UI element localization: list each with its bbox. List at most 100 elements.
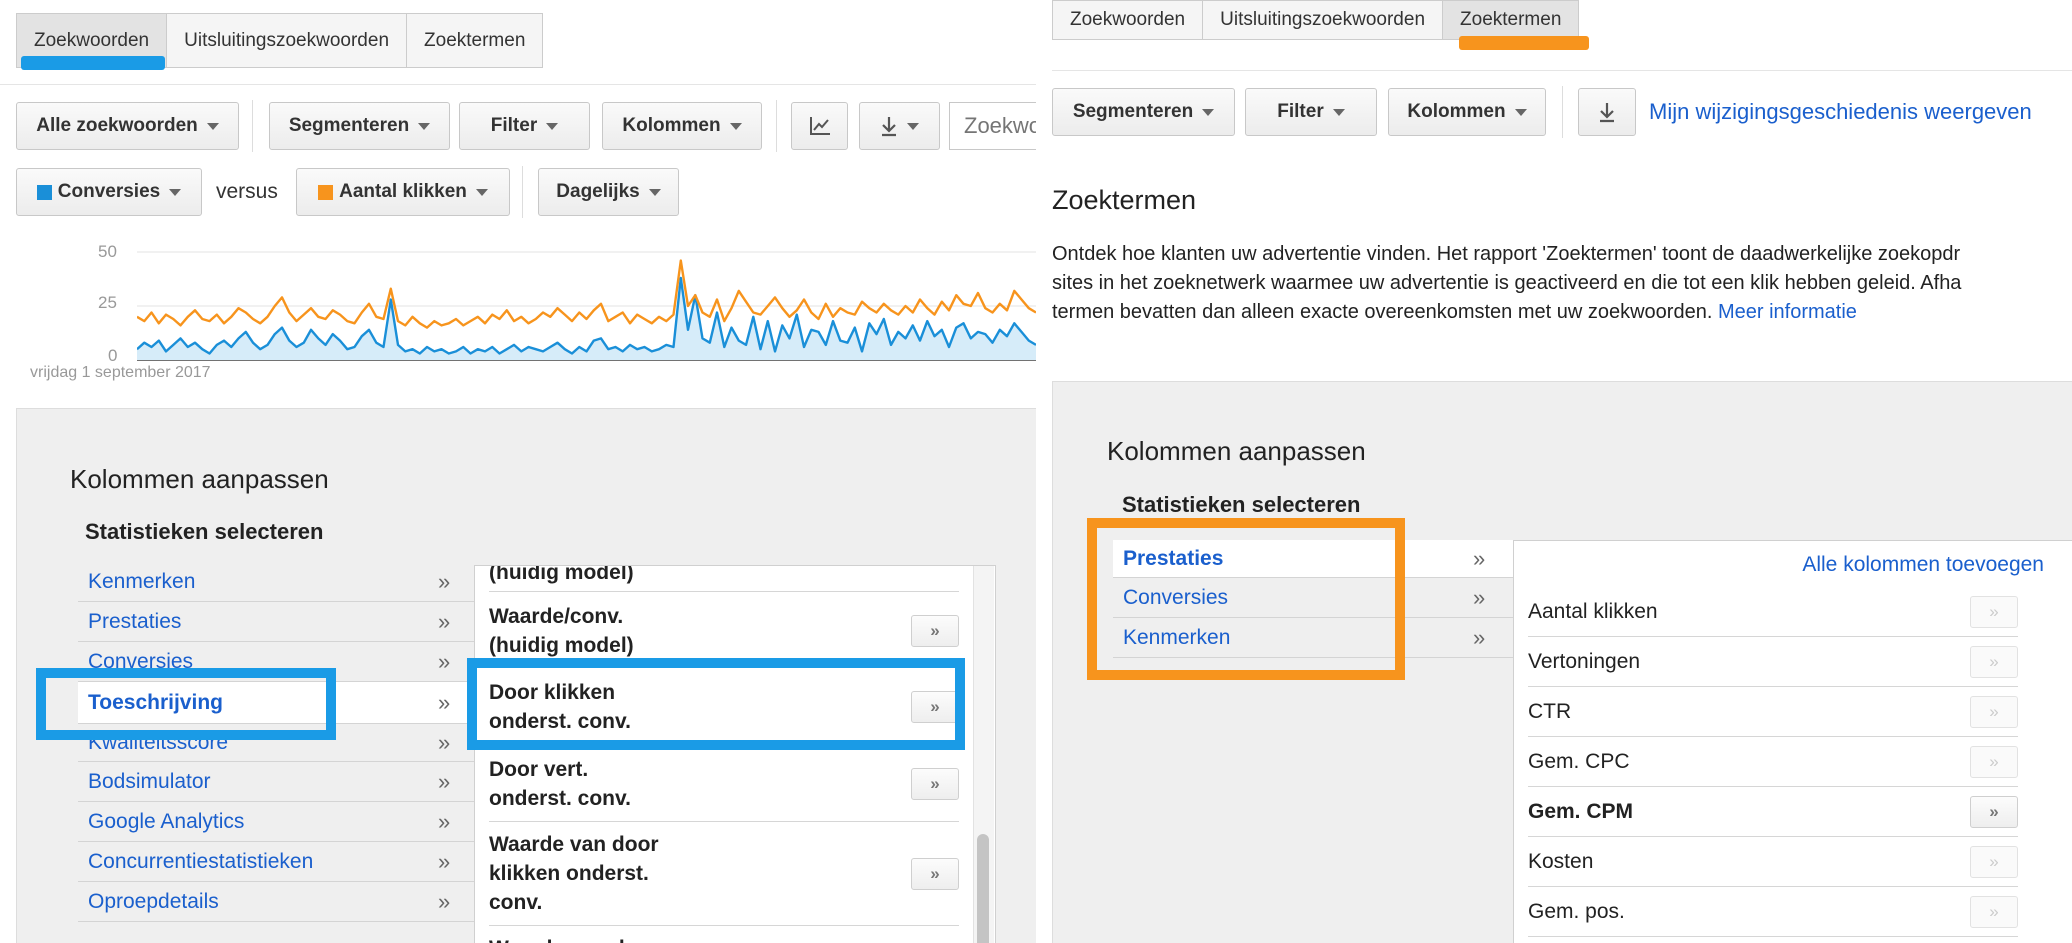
all-keywords-dropdown[interactable]: Alle zoekwoorden [16,102,239,150]
columns-button[interactable]: Kolommen [1388,88,1546,136]
description: Ontdek hoe klanten uw advertentie vinden… [1052,240,1961,327]
right-panel: Zoekwoorden Uitsluitingszoekwoorden Zoek… [1052,0,2072,943]
tab-label: Zoekwoorden [34,29,150,51]
button-label: Filter [490,115,538,136]
add-column-button[interactable]: » [911,614,959,647]
chevron-right-icon: » [438,888,451,914]
metric2-dropdown[interactable]: Aantal klikken [296,168,510,216]
dropdown-label: Conversies [57,181,161,202]
category-bodsimulator[interactable]: Bodsimulator » [78,762,478,802]
tab-uitsluitingszoekwoorden[interactable]: Uitsluitingszoekwoorden [166,13,408,68]
category-prestaties[interactable]: Prestaties » [78,602,478,642]
tab-uitsluitingszoekwoorden[interactable]: Uitsluitingszoekwoorden [1202,0,1444,40]
add-column-button[interactable]: » [911,767,959,800]
select-stats-heading: Statistieken selecteren [85,519,324,544]
download-button[interactable] [859,102,940,150]
add-column-button[interactable]: » [1970,645,2018,678]
search-input[interactable] [949,102,1036,150]
caret-down-icon [206,122,219,130]
more-info-link[interactable]: Meer informatie [1718,301,1857,323]
add-column-button[interactable]: » [911,857,959,890]
filter-button[interactable]: Filter [459,102,590,150]
chevron-right-icon: » [438,568,451,594]
description-line: termen bevatten dan alleen exacte overee… [1052,301,1713,323]
columns-button[interactable]: Kolommen [602,102,762,150]
add-column-button[interactable]: » [1970,695,2018,728]
caret-down-icon [1202,108,1215,116]
download-button[interactable] [1578,88,1636,136]
active-tab-highlight [1459,36,1589,50]
metric-label: Gem. CPC [1528,750,1630,773]
caret-down-icon [648,188,661,196]
category-google-analytics[interactable]: Google Analytics » [78,802,478,842]
metric-list: Alle kolommen toevoegen Aantal klikken» … [1513,540,2072,943]
add-column-button[interactable]: » [1970,745,2018,778]
metric1-dropdown[interactable]: Conversies [16,168,202,216]
add-column-button[interactable]: » [1970,895,2018,928]
button-label: Filter [1277,101,1324,122]
download-icon [1600,103,1614,123]
change-history-link[interactable]: Mijn wijzigingsgeschiedenis weergeven [1649,99,2032,125]
chevron-right-icon: » [438,608,451,634]
caret-down-icon [475,188,488,196]
left-panel: Zoekwoorden Uitsluitingszoekwoorden Zoek… [0,0,1036,943]
caret-down-icon [1514,108,1527,116]
metric-row: Waarde van door [489,928,959,943]
divider [1052,70,2072,71]
segment-button[interactable]: Segmenteren [269,102,450,150]
button-label: Segmenteren [288,115,410,136]
customize-title: Kolommen aanpassen [70,464,329,494]
tab-label: Zoektermen [424,29,526,51]
toolbar-separator [252,100,253,152]
line-chart-icon [809,117,830,135]
chevron-right-icon: » [1473,624,1486,650]
metric-row: Gem. CPM » [1528,787,2018,837]
versus-label: versus [216,180,278,203]
dropdown-label: Alle zoekwoorden [36,115,198,136]
metric-row: CTR » [1528,687,2018,737]
blue-swatch [36,184,52,200]
right-tabbar: Zoekwoorden Uitsluitingszoekwoorden Zoek… [1052,0,1580,40]
metric-row: Aantal klikken » [1528,587,2018,637]
divider [0,84,1036,85]
chevron-right-icon: » [1473,545,1486,571]
caret-down-icon [546,122,559,130]
tab-label: Uitsluitingszoekwoorden [184,29,390,51]
scrollbar-thumb[interactable] [977,834,989,943]
metric-row: Waarde van door klikken onderst. conv. » [489,822,959,926]
caret-down-icon [1332,108,1345,116]
button-label: Segmenteren [1072,101,1194,122]
metric-label: CTR [1528,700,1572,723]
tab-zoekwoorden[interactable]: Zoekwoorden [1052,0,1204,40]
tab-zoektermen[interactable]: Zoektermen [1442,0,1580,40]
caret-down-icon [907,122,919,130]
y-tick-label: 0 [108,346,118,365]
segment-button[interactable]: Segmenteren [1052,88,1235,136]
chevron-right-icon: » [438,848,451,874]
chevron-right-icon: » [438,768,451,794]
metric-row: Kosten » [1528,837,2018,887]
toolbar-separator [1562,86,1563,138]
metric-row: (huidig model) [489,566,959,592]
add-column-button[interactable]: » [1970,845,2018,878]
select-stats-heading: Statistieken selecteren [1122,492,1361,517]
tab-label: Zoekwoorden [1070,9,1186,30]
category-kenmerken[interactable]: Kenmerken » [78,562,478,602]
tab-zoektermen[interactable]: Zoektermen [406,13,544,68]
category-label: Oproepdetails [88,889,219,913]
tab-label: Uitsluitingszoekwoorden [1220,9,1426,30]
dropdown-label: Dagelijks [556,181,640,202]
add-column-button[interactable]: » [1970,795,2018,828]
button-label: Kolommen [1407,101,1506,122]
category-concurrentiestatistieken[interactable]: Concurrentiestatistieken » [78,842,478,882]
category-label: Prestaties [88,609,182,633]
add-column-button[interactable]: » [1970,595,2018,628]
filter-button[interactable]: Filter [1245,88,1377,136]
period-dropdown[interactable]: Dagelijks [538,168,679,216]
add-all-columns-link[interactable]: Alle kolommen toevoegen [1802,553,2044,577]
metric-label: Aantal klikken [1528,600,1658,623]
chart-toggle-button[interactable] [791,102,848,150]
caret-down-icon [418,122,431,130]
tab-label: Zoektermen [1460,9,1562,30]
category-oproepdetails[interactable]: Oproepdetails » [78,882,478,922]
